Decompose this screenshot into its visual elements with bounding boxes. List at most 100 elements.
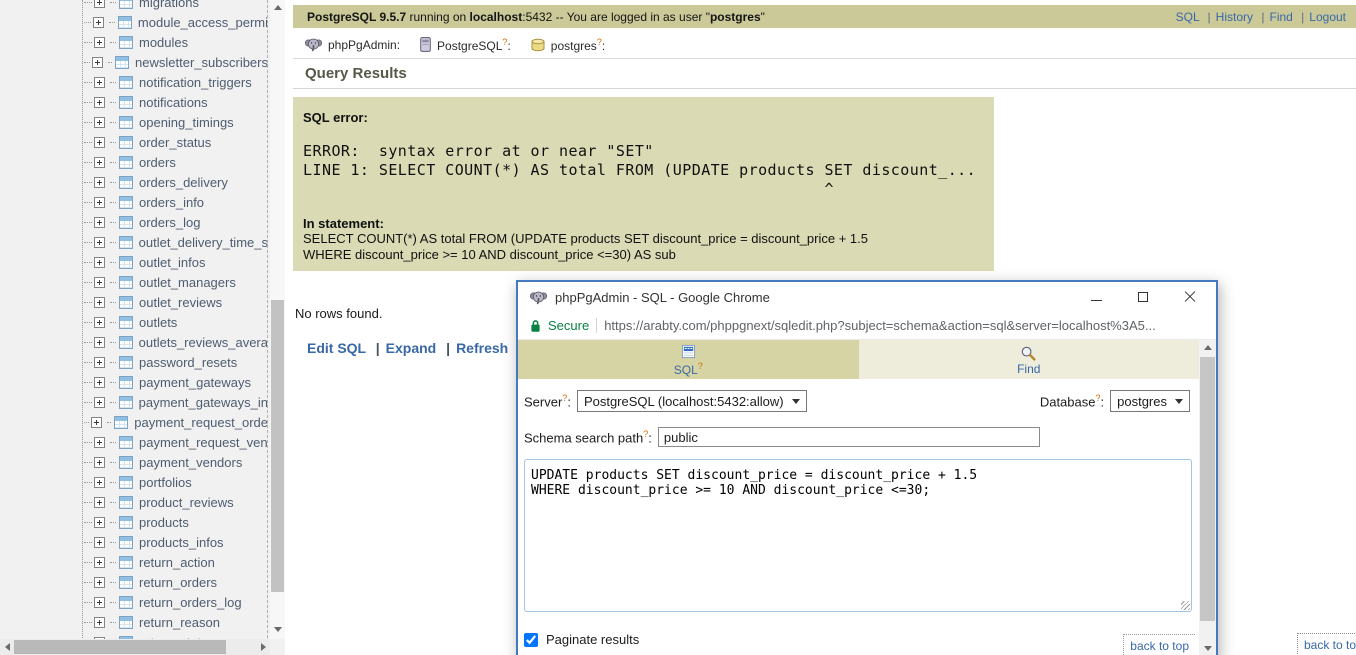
scroll-up-arrow-icon[interactable] <box>270 0 285 15</box>
expand-plus-icon[interactable] <box>94 256 105 268</box>
expand-plus-icon[interactable] <box>94 176 105 188</box>
sidebar-horizontal-scrollbar[interactable] <box>0 639 270 655</box>
tree-item-table[interactable]: orders_info <box>0 192 268 212</box>
tree-item-table[interactable]: payment_gateways <box>0 372 268 392</box>
expand-plus-icon[interactable] <box>94 36 105 48</box>
expand-plus-icon[interactable] <box>94 96 105 108</box>
expand-plus-icon[interactable] <box>94 156 105 168</box>
expand-plus-icon[interactable] <box>94 616 105 628</box>
tree-item-table[interactable]: outlets_reviews_avera <box>0 332 268 352</box>
tree-item-table[interactable]: module_access_permi <box>0 12 268 32</box>
tree-item-table[interactable]: outlet_delivery_time_s <box>0 232 268 252</box>
tree-item-table[interactable]: return_orders_log <box>0 592 268 612</box>
popup-back-to-top-link[interactable]: back to top <box>1123 634 1195 655</box>
tree-item-table[interactable]: order_status <box>0 132 268 152</box>
tree-item-table[interactable]: outlet_reviews <box>0 292 268 312</box>
tree-item-table[interactable]: payment_gateways_in <box>0 392 268 412</box>
tree-item-table[interactable]: return_action <box>0 552 268 572</box>
expand-plus-icon[interactable] <box>91 56 103 68</box>
sidebar-vertical-scrollbar[interactable] <box>270 0 285 639</box>
expand-plus-icon[interactable] <box>94 136 105 148</box>
scroll-down-arrow-icon[interactable] <box>270 622 285 637</box>
expand-plus-icon[interactable] <box>94 376 105 388</box>
server-link[interactable]: PostgreSQL <box>437 39 502 53</box>
expand-plus-icon[interactable] <box>94 0 105 8</box>
tree-item-table[interactable]: payment_vendors <box>0 452 268 472</box>
tree-item-table[interactable]: outlet_managers <box>0 272 268 292</box>
database-select[interactable]: postgres <box>1110 390 1190 412</box>
tree-item-table[interactable]: migrations <box>0 0 268 12</box>
expand-plus-icon[interactable] <box>94 196 105 208</box>
tab-find-label[interactable]: Find <box>1017 363 1040 375</box>
tab-sql[interactable]: SQL? <box>518 340 859 379</box>
topbar-link[interactable]: Logout <box>1309 10 1346 24</box>
paginate-results-checkbox[interactable] <box>524 632 538 647</box>
topbar-link[interactable]: Find <box>1269 10 1292 24</box>
scroll-down-arrow-icon[interactable] <box>1199 641 1216 655</box>
maximize-icon[interactable] <box>1138 292 1148 302</box>
tree-item-table[interactable]: outlet_infos <box>0 252 268 272</box>
popup-scrollbar-thumb[interactable] <box>1200 357 1215 621</box>
expand-plus-icon[interactable] <box>94 536 105 548</box>
expand-plus-icon[interactable] <box>93 236 105 248</box>
topbar-link[interactable]: SQL <box>1176 10 1200 24</box>
popup-title-bar[interactable]: phpPgAdmin - SQL - Google Chrome <box>518 282 1216 312</box>
tree-item-table[interactable]: product_reviews <box>0 492 268 512</box>
tree-item-table[interactable]: payment_request_orde <box>0 412 268 432</box>
minimize-icon[interactable] <box>1091 292 1102 303</box>
tree-item-table[interactable]: newsletter_subscribers <box>0 52 268 72</box>
result-action-link[interactable]: Edit SQL <box>307 340 366 356</box>
expand-plus-icon[interactable] <box>93 396 105 408</box>
scroll-up-arrow-icon[interactable] <box>1199 340 1216 355</box>
scroll-right-arrow-icon[interactable] <box>256 639 270 655</box>
result-action-link[interactable]: Refresh <box>456 340 508 356</box>
expand-plus-icon[interactable] <box>94 76 105 88</box>
tree-item-table[interactable]: return_reason <box>0 612 268 632</box>
tab-find[interactable]: Find <box>858 340 1199 379</box>
schema-search-path-input[interactable] <box>657 427 1040 447</box>
expand-plus-icon[interactable] <box>94 116 105 128</box>
textarea-resize-grip-icon[interactable] <box>1181 601 1190 610</box>
tree-item-table[interactable]: products <box>0 512 268 532</box>
expand-plus-icon[interactable] <box>94 316 105 328</box>
tree-item-table[interactable]: payment_request_ven <box>0 432 268 452</box>
tree-item-table[interactable]: return_orders <box>0 572 268 592</box>
popup-address-bar[interactable]: Secure https://arabty.com/phppgnext/sqle… <box>518 312 1216 340</box>
expand-plus-icon[interactable] <box>94 356 105 368</box>
tree-item-table[interactable]: orders <box>0 152 268 172</box>
tree-item-table[interactable]: orders_delivery <box>0 172 268 192</box>
tree-item-table[interactable]: portfolios <box>0 472 268 492</box>
expand-plus-icon[interactable] <box>94 596 105 608</box>
expand-plus-icon[interactable] <box>94 276 105 288</box>
close-icon[interactable] <box>1184 291 1196 303</box>
sql-query-textarea[interactable]: UPDATE products SET discount_price = dis… <box>524 459 1192 612</box>
sidebar-horizontal-scrollbar-thumb[interactable] <box>14 640 226 654</box>
expand-plus-icon[interactable] <box>93 336 105 348</box>
expand-plus-icon[interactable] <box>93 16 105 28</box>
expand-plus-icon[interactable] <box>94 516 105 528</box>
tree-item-table[interactable]: notifications <box>0 92 268 112</box>
database-link[interactable]: postgres <box>551 39 597 53</box>
expand-plus-icon[interactable] <box>94 476 105 488</box>
tree-item-table[interactable]: products_infos <box>0 532 268 552</box>
tree-item-table[interactable]: orders_log <box>0 212 268 232</box>
expand-plus-icon[interactable] <box>94 296 105 308</box>
topbar-link[interactable]: History <box>1216 10 1253 24</box>
secure-label[interactable]: Secure <box>548 318 589 333</box>
url-text[interactable]: https://arabty.com/phppgnext/sqledit.php… <box>604 318 1156 333</box>
expand-plus-icon[interactable] <box>94 456 105 468</box>
tree-item-table[interactable]: password_resets <box>0 352 268 372</box>
tree-item-table[interactable]: outlets <box>0 312 268 332</box>
tree-item-table[interactable]: modules <box>0 32 268 52</box>
expand-plus-icon[interactable] <box>94 436 105 448</box>
scroll-left-arrow-icon[interactable] <box>0 639 14 655</box>
expand-plus-icon[interactable] <box>94 556 105 568</box>
expand-plus-icon[interactable] <box>91 416 103 428</box>
breadcrumb-database[interactable]: postgres?: <box>551 37 605 53</box>
sidebar-vertical-scrollbar-thumb[interactable] <box>271 300 284 592</box>
tree-item-table[interactable]: notification_triggers <box>0 72 268 92</box>
expand-plus-icon[interactable] <box>94 216 105 228</box>
expand-plus-icon[interactable] <box>94 496 105 508</box>
popup-vertical-scrollbar[interactable] <box>1199 340 1216 655</box>
help-link[interactable]: ? <box>698 361 703 371</box>
